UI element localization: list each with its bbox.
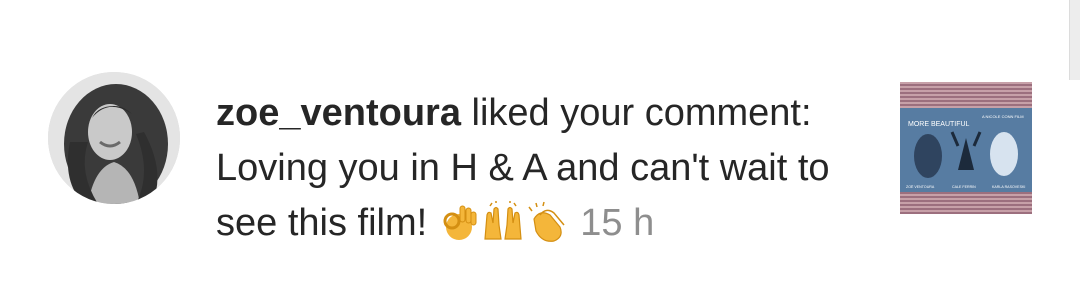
poster-cast-3: KARLA RASOVESKI <box>992 185 1025 189</box>
post-thumbnail[interactable]: MORE BEAUTIFUL A NICOLE CONN FILM ZOË VE… <box>900 82 1032 214</box>
username-link[interactable]: zoe_ventoura <box>216 92 461 134</box>
poster-cast-2: CALE FERRIN <box>952 185 976 189</box>
avatar[interactable] <box>48 72 180 204</box>
poster-cast-1: ZOË VENTOURA <box>906 185 935 189</box>
clapping-hands-emoji <box>526 201 568 243</box>
timestamp: 15 h <box>580 202 655 244</box>
action-text: liked your comment: <box>471 92 812 134</box>
raising-hands-emoji <box>482 201 524 243</box>
scrollbar[interactable] <box>1069 0 1080 80</box>
ok-hand-emoji <box>438 201 480 243</box>
activity-notification[interactable]: zoe_ventoura liked your comment: Loving … <box>0 0 1080 300</box>
poster-credit: A NICOLE CONN FILM <box>982 114 1024 119</box>
poster-title-small: MORE BEAUTIFUL <box>908 121 970 128</box>
notification-message[interactable]: zoe_ventoura liked your comment: Loving … <box>216 86 866 251</box>
